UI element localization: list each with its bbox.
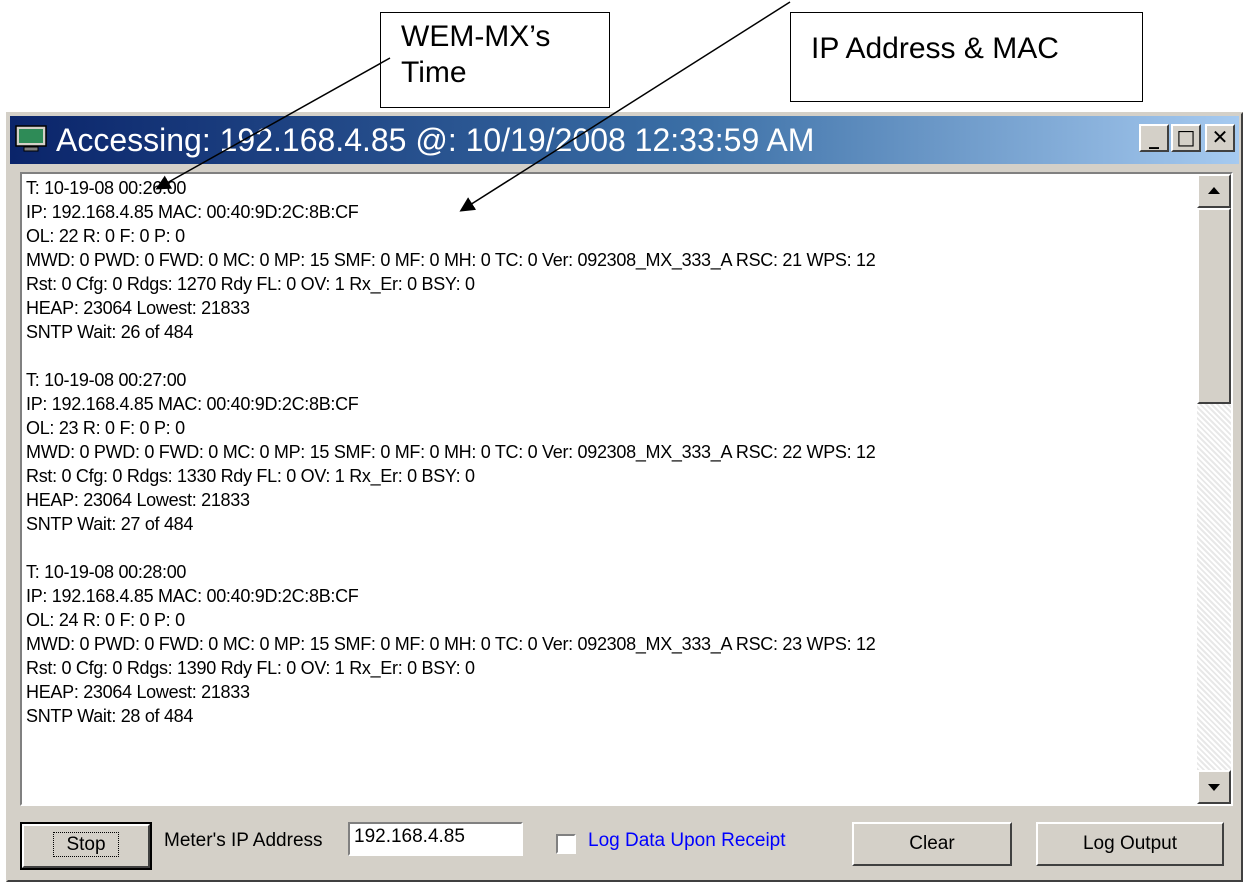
log-ol-line: OL: 23 R: 0 F: 0 P: 0 xyxy=(26,418,185,438)
scrollbar-thumb[interactable] xyxy=(1197,208,1231,404)
log-output-button[interactable]: Log Output xyxy=(1036,822,1224,866)
window-title: Accessing: 192.168.4.85 @: 10/19/2008 12… xyxy=(56,122,815,158)
callout-ip-mac: IP Address & MAC xyxy=(790,12,1143,102)
log-heap-line: HEAP: 23064 Lowest: 21833 xyxy=(26,298,250,318)
log-ip-line: IP: 192.168.4.85 MAC: 00:40:9D:2C:8B:CF xyxy=(26,202,359,222)
log-rst-line: Rst: 0 Cfg: 0 Rdgs: 1330 Rdy FL: 0 OV: 1… xyxy=(26,466,475,486)
log-ol-line: OL: 22 R: 0 F: 0 P: 0 xyxy=(26,226,185,246)
stop-button[interactable]: Stop xyxy=(20,822,152,870)
log-mwd-line: MWD: 0 PWD: 0 FWD: 0 MC: 0 MP: 15 SMF: 0… xyxy=(26,634,876,654)
log-content: T: 10-19-08 00:26:00 IP: 192.168.4.85 MA… xyxy=(26,176,1191,804)
control-bar: Stop Meter's IP Address 192.168.4.85 Log… xyxy=(8,814,1241,874)
log-data-checkbox-label[interactable]: Log Data Upon Receipt xyxy=(588,830,786,852)
log-entry: T: 10-19-08 00:28:00 IP: 192.168.4.85 MA… xyxy=(26,560,1191,728)
arrow-up-icon xyxy=(1208,187,1220,194)
stop-button-label: Stop xyxy=(53,832,119,857)
log-data-checkbox[interactable] xyxy=(556,834,576,854)
log-sntp-line: SNTP Wait: 26 of 484 xyxy=(26,322,194,342)
log-ol-line: OL: 24 R: 0 F: 0 P: 0 xyxy=(26,610,185,630)
ip-address-input[interactable]: 192.168.4.85 xyxy=(348,822,523,856)
clear-button[interactable]: Clear xyxy=(852,822,1012,866)
arrow-down-icon xyxy=(1208,784,1220,791)
title-bar[interactable]: Accessing: 192.168.4.85 @: 10/19/2008 12… xyxy=(10,116,1239,164)
log-textarea[interactable]: T: 10-19-08 00:26:00 IP: 192.168.4.85 MA… xyxy=(20,172,1233,806)
log-mwd-line: MWD: 0 PWD: 0 FWD: 0 MC: 0 MP: 15 SMF: 0… xyxy=(26,442,876,462)
log-entry: T: 10-19-08 00:27:00 IP: 192.168.4.85 MA… xyxy=(26,368,1191,536)
app-window: Accessing: 192.168.4.85 @: 10/19/2008 12… xyxy=(6,112,1243,882)
callout-ip-mac-text: IP Address & MAC xyxy=(811,32,1059,65)
log-time-line: T: 10-19-08 00:28:00 xyxy=(26,562,187,582)
scroll-down-button[interactable] xyxy=(1197,770,1231,804)
close-button[interactable]: ✕ xyxy=(1205,124,1235,152)
log-rst-line: Rst: 0 Cfg: 0 Rdgs: 1390 Rdy FL: 0 OV: 1… xyxy=(26,658,475,678)
log-time-line: T: 10-19-08 00:27:00 xyxy=(26,370,187,390)
callout-time-line2: Time xyxy=(401,56,467,89)
log-time-line: T: 10-19-08 00:26:00 xyxy=(26,178,187,198)
log-ip-line: IP: 192.168.4.85 MAC: 00:40:9D:2C:8B:CF xyxy=(26,586,359,606)
log-heap-line: HEAP: 23064 Lowest: 21833 xyxy=(26,490,250,510)
scroll-up-button[interactable] xyxy=(1197,174,1231,208)
log-rst-line: Rst: 0 Cfg: 0 Rdgs: 1270 Rdy FL: 0 OV: 1… xyxy=(26,274,475,294)
log-entry: T: 10-19-08 00:26:00 IP: 192.168.4.85 MA… xyxy=(26,176,1191,344)
log-sntp-line: SNTP Wait: 27 of 484 xyxy=(26,514,194,534)
monitor-icon xyxy=(15,125,47,152)
callout-wem-mx-time: WEM-MX’s Time xyxy=(380,12,610,108)
log-sntp-line: SNTP Wait: 28 of 484 xyxy=(26,706,194,726)
log-heap-line: HEAP: 23064 Lowest: 21833 xyxy=(26,682,250,702)
log-mwd-line: MWD: 0 PWD: 0 FWD: 0 MC: 0 MP: 15 SMF: 0… xyxy=(26,250,876,270)
callout-time-line1: WEM-MX’s xyxy=(401,20,551,53)
maximize-button[interactable]: □ xyxy=(1171,124,1201,152)
minimize-button[interactable]: _ xyxy=(1139,124,1169,152)
ip-address-label: Meter's IP Address xyxy=(164,830,323,851)
vertical-scrollbar[interactable] xyxy=(1197,174,1231,804)
log-ip-line: IP: 192.168.4.85 MAC: 00:40:9D:2C:8B:CF xyxy=(26,394,359,414)
